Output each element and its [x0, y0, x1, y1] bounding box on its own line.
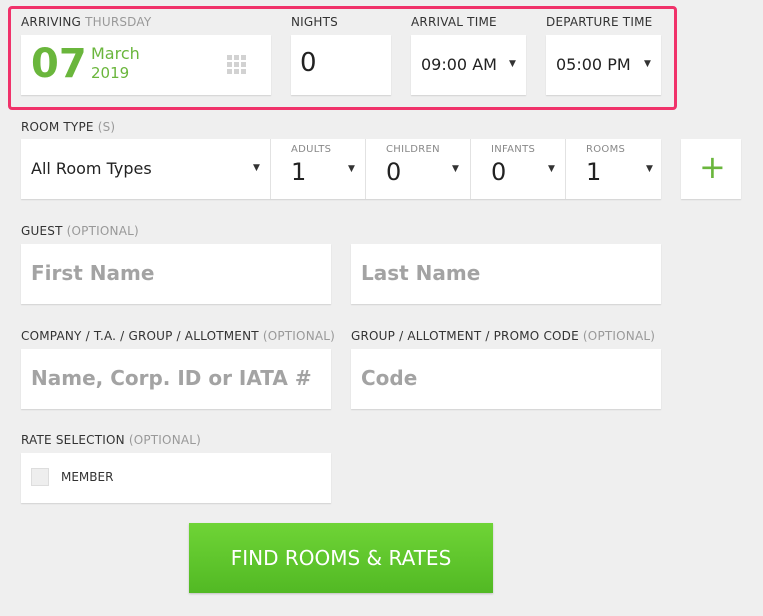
chevron-down-icon: ▼ [253, 163, 260, 173]
departure-time-value: 05:00 PM [556, 55, 631, 74]
departure-time-label: DEPARTURE TIME [546, 15, 653, 29]
first-name-field[interactable]: First Name [21, 244, 331, 304]
children-label: CHILDREN [386, 144, 440, 155]
chevron-down-icon: ▼ [548, 164, 555, 174]
calendar-grid-icon[interactable] [227, 55, 247, 75]
room-type-value: All Room Types [31, 159, 152, 178]
last-name-field[interactable]: Last Name [351, 244, 661, 304]
company-placeholder: Name, Corp. ID or IATA # [31, 366, 312, 390]
arrival-time-value: 09:00 AM [421, 55, 497, 74]
first-name-placeholder: First Name [31, 261, 155, 285]
arrival-year: 2019 [91, 64, 130, 82]
infants-value: 0 [491, 158, 507, 186]
infants-label: INFANTS [491, 144, 536, 155]
arrival-day-name: THURSDAY [85, 15, 152, 29]
arrival-month: March [91, 44, 140, 63]
rate-selection-label: RATE SELECTION (OPTIONAL) [21, 433, 202, 447]
member-rate-option[interactable]: MEMBER [21, 453, 331, 503]
member-label: MEMBER [61, 470, 114, 484]
company-label: COMPANY / T.A. / GROUP / ALLOTMENT (OPTI… [21, 329, 336, 343]
member-checkbox[interactable] [31, 468, 49, 486]
infants-select[interactable]: INFANTS 0 ▼ [471, 139, 565, 199]
nights-label: NIGHTS [291, 15, 338, 29]
rooms-select[interactable]: ROOMS 1 ▼ [566, 139, 661, 199]
add-room-button[interactable]: + [681, 139, 741, 199]
chevron-down-icon: ▼ [644, 59, 651, 69]
room-occupancy-bar: All Room Types ▼ ADULTS 1 ▼ CHILDREN 0 ▼… [21, 139, 661, 199]
rooms-value: 1 [586, 158, 602, 186]
promo-label: GROUP / ALLOTMENT / PROMO CODE (OPTIONAL… [351, 329, 656, 343]
nights-value: 0 [300, 48, 317, 78]
nights-input[interactable]: 0 [291, 35, 391, 95]
arrival-time-label: ARRIVAL TIME [411, 15, 497, 29]
plus-icon: + [699, 148, 726, 186]
chevron-down-icon: ▼ [646, 164, 653, 174]
last-name-placeholder: Last Name [361, 261, 481, 285]
children-value: 0 [386, 158, 402, 186]
arrival-time-select[interactable]: 09:00 AM ▼ [411, 35, 526, 95]
room-type-label: ROOM TYPE (S) [21, 120, 116, 134]
arrival-day: 07 [31, 41, 87, 87]
children-select[interactable]: CHILDREN 0 ▼ [366, 139, 470, 199]
company-field[interactable]: Name, Corp. ID or IATA # [21, 349, 331, 409]
adults-select[interactable]: ADULTS 1 ▼ [271, 139, 365, 199]
chevron-down-icon: ▼ [452, 164, 459, 174]
adults-value: 1 [291, 158, 307, 186]
promo-code-field[interactable]: Code [351, 349, 661, 409]
arriving-label: ARRIVING THURSDAY [21, 15, 152, 29]
arrival-date-picker[interactable]: 07 March 2019 [21, 35, 271, 95]
departure-time-select[interactable]: 05:00 PM ▼ [546, 35, 661, 95]
room-type-select[interactable]: All Room Types ▼ [21, 139, 270, 199]
promo-placeholder: Code [361, 366, 418, 390]
adults-label: ADULTS [291, 144, 332, 155]
chevron-down-icon: ▼ [348, 164, 355, 174]
guest-label: GUEST (OPTIONAL) [21, 224, 139, 238]
chevron-down-icon: ▼ [509, 59, 516, 69]
find-rooms-button[interactable]: FIND ROOMS & RATES [189, 523, 493, 593]
rooms-label: ROOMS [586, 144, 626, 155]
